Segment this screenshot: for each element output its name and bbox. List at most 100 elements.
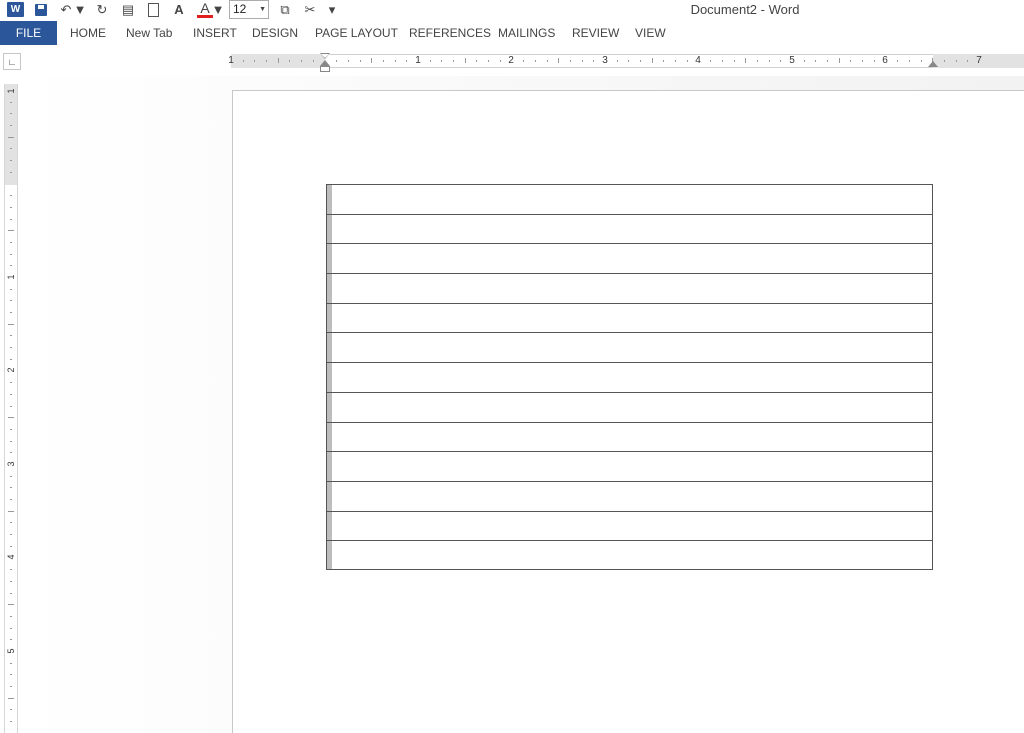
table-row[interactable]: [327, 541, 932, 571]
vertical-ruler-tick: [10, 160, 12, 162]
document-table[interactable]: [326, 184, 933, 570]
vertical-ruler-tick: [10, 569, 12, 571]
ruler-row: ∟ 1 1 2 3 4 5 6 7: [0, 47, 1024, 76]
first-line-indent-marker[interactable]: [320, 53, 330, 73]
ruler-tick: [581, 60, 583, 62]
ruler-tick: [289, 60, 291, 62]
ruler-tick: [558, 58, 560, 63]
ruler-number: 3: [602, 55, 608, 66]
font-color-dropdown-icon[interactable]: ▼: [212, 1, 225, 18]
cut-icon[interactable]: ✂: [302, 1, 318, 18]
tab-home[interactable]: HOME: [70, 21, 106, 45]
font-size-dropdown-icon[interactable]: ▼: [259, 1, 266, 18]
ruler-tick: [534, 60, 536, 62]
undo-dropdown-icon[interactable]: ▼: [74, 1, 87, 18]
vertical-ruler-tick: [8, 417, 14, 419]
vertical-ruler-tick: [10, 101, 12, 103]
redo-icon[interactable]: ↻: [94, 1, 110, 18]
ruler-number: 5: [789, 55, 795, 66]
copy-icon[interactable]: ⧉: [277, 1, 293, 18]
ruler-tick: [312, 60, 314, 62]
table-row[interactable]: [327, 512, 932, 542]
paste-icon[interactable]: ▤: [120, 1, 136, 18]
ruler-number: 2: [508, 55, 514, 66]
ruler-tick: [429, 60, 431, 62]
tab-view[interactable]: VIEW: [635, 21, 666, 45]
vertical-ruler-tick: [10, 195, 12, 197]
vertical-ruler-tick: [10, 709, 12, 711]
vertical-ruler-tick: [10, 358, 12, 360]
ruler-tick: [780, 60, 782, 62]
ruler-tick: [441, 60, 443, 62]
right-indent-marker[interactable]: [928, 61, 938, 67]
tab-design[interactable]: DESIGN: [252, 21, 298, 45]
ruler-tick: [347, 60, 349, 62]
table-row[interactable]: [327, 452, 932, 482]
ruler-tick: [710, 60, 712, 62]
tab-new-tab[interactable]: New Tab: [126, 21, 172, 45]
ruler-tick: [476, 60, 478, 62]
vertical-ruler-number: 4: [6, 554, 16, 560]
grow-font-icon[interactable]: A: [172, 1, 186, 18]
vertical-ruler-tick: [8, 136, 14, 138]
vertical-ruler-tick: [10, 686, 12, 688]
tab-page-layout[interactable]: PAGE LAYOUT: [315, 21, 398, 45]
vertical-ruler-tick: [10, 674, 12, 676]
vertical-ruler-tick: [10, 218, 12, 220]
table-row[interactable]: [327, 185, 932, 215]
vertical-ruler-tick: [10, 534, 12, 536]
table-row[interactable]: [327, 274, 932, 304]
vertical-ruler[interactable]: 1 1 2 3 4 5: [4, 84, 18, 733]
ruler-tick: [523, 60, 525, 62]
customize-icon[interactable]: ▾: [327, 1, 337, 18]
new-page-icon[interactable]: [146, 1, 160, 18]
table-row[interactable]: [327, 244, 932, 275]
tab-references[interactable]: REFERENCES: [409, 21, 491, 45]
vertical-ruler-tick: [10, 428, 12, 430]
table-row[interactable]: [327, 304, 932, 334]
ruler-tick: [663, 60, 665, 62]
word-logo-icon[interactable]: W: [7, 2, 24, 17]
tab-file[interactable]: FILE: [0, 21, 57, 45]
save-icon[interactable]: [32, 1, 50, 18]
table-row[interactable]: [327, 333, 932, 364]
vertical-ruler-tick: [10, 627, 12, 629]
ruler-tick: [873, 60, 875, 62]
vertical-ruler-tick: [10, 405, 12, 407]
title-bar: W ↶ ▼ ↻ ▤ A A ▼ 12 ▼ ⧉ ✂ ▾ Document2 - Wo…: [0, 0, 1024, 20]
font-size-combo[interactable]: 12 ▼: [229, 0, 269, 19]
undo-icon[interactable]: ↶: [58, 1, 74, 18]
ruler-number: 1: [228, 55, 234, 66]
ruler-tick: [850, 60, 852, 62]
vertical-ruler-tick: [10, 522, 12, 524]
ruler-tick: [897, 60, 899, 62]
vertical-ruler-tick: [10, 253, 12, 255]
vertical-ruler-tick: [10, 721, 12, 723]
ruler-tick: [768, 60, 770, 62]
ruler-tick: [943, 60, 945, 62]
tab-review[interactable]: REVIEW: [572, 21, 619, 45]
vertical-ruler-tick: [10, 312, 12, 314]
tab-selector-icon[interactable]: ∟: [3, 53, 21, 70]
vertical-ruler-tick: [10, 265, 12, 267]
vertical-ruler-tick: [8, 510, 14, 512]
horizontal-ruler[interactable]: 1 1 2 3 4 5 6 7: [228, 53, 1024, 72]
ruler-tick: [266, 60, 268, 62]
tab-mailings[interactable]: MAILINGS: [498, 21, 555, 45]
ruler-tick: [371, 58, 373, 63]
vertical-ruler-tick: [10, 580, 12, 582]
ruler-tick: [803, 60, 805, 62]
vertical-ruler-tick: [8, 323, 14, 325]
vertical-ruler-number: 3: [6, 461, 16, 467]
vertical-ruler-tick: [8, 230, 14, 232]
vertical-ruler-tick: [10, 347, 12, 349]
vertical-ruler-tick: [10, 113, 12, 115]
table-row[interactable]: [327, 423, 932, 453]
table-row[interactable]: [327, 363, 932, 393]
vertical-ruler-tick: [10, 452, 12, 454]
table-row[interactable]: [327, 215, 932, 245]
tab-insert[interactable]: INSERT: [193, 21, 237, 45]
table-row[interactable]: [327, 393, 932, 423]
ruler-tick: [359, 60, 361, 62]
table-row[interactable]: [327, 482, 932, 512]
